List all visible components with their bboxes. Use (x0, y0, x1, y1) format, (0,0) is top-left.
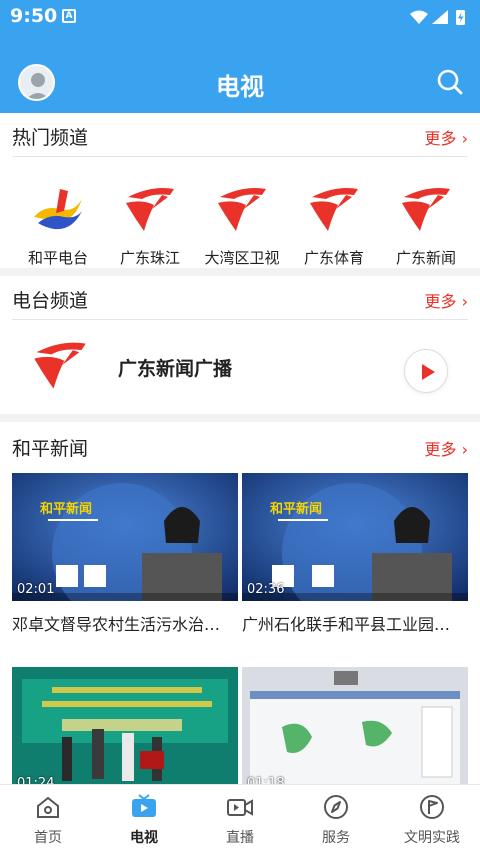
meeting-screen-thumbnail-icon (242, 667, 468, 784)
section-divider (0, 268, 480, 276)
svg-text:和平新闻: 和平新闻 (270, 501, 322, 517)
heping-logo-icon (34, 189, 82, 230)
chevron-right-icon: › (461, 440, 468, 459)
gdtv-logo-icon (402, 188, 450, 231)
video-thumbnail: 和平新闻 02:01 (12, 473, 238, 601)
section-divider (0, 414, 480, 422)
notification-icon: A (62, 9, 76, 23)
tab-service[interactable]: 服务 (288, 785, 384, 853)
section-title: 电台频道 (12, 290, 89, 312)
gdtv-logo-icon (310, 188, 358, 231)
more-link[interactable]: 更多 › (424, 125, 468, 149)
video-duration: 02:36 (247, 582, 285, 597)
tab-home[interactable]: 首页 (0, 785, 96, 853)
chevron-right-icon: › (461, 129, 468, 148)
more-link[interactable]: 更多 › (424, 436, 468, 460)
video-duration: 02:01 (17, 582, 55, 597)
tv-icon (132, 794, 156, 817)
app-header: 9:50 A 电视 (0, 0, 480, 113)
play-icon (422, 364, 435, 380)
video-card[interactable]: 和平新闻 02:01 邓卓文督导农村生活污水治… (12, 473, 238, 641)
video-thumbnail: 01:24 (12, 667, 238, 784)
compass-icon (324, 795, 348, 819)
channel-item[interactable]: 广东新闻 (378, 175, 474, 267)
more-link[interactable]: 更多 › (424, 288, 468, 312)
video-title: 邓卓文督导农村生活污水治… (12, 615, 221, 634)
news-header: 和平新闻 更多 › (12, 424, 468, 468)
bottom-tab-bar: 首页 电视 直播 服务 文明实践 (0, 784, 480, 853)
video-card[interactable]: 01:24 (12, 667, 238, 784)
hot-channel-list: 和平电台 广东珠江 大湾区卫视 广东体育 广东新闻 (0, 165, 480, 267)
video-duration: 01:18 (247, 776, 285, 784)
tab-label: 直播 (226, 830, 254, 846)
channel-name: 广东珠江 (119, 249, 180, 267)
video-thumbnail: 01:18 (242, 667, 468, 784)
gdtv-logo-icon (126, 188, 174, 231)
radio-name: 广东新闻广播 (118, 358, 233, 380)
svg-text:和平新闻: 和平新闻 (40, 501, 92, 517)
section-title: 和平新闻 (12, 438, 89, 460)
radio-item[interactable]: 广东新闻广播 (0, 322, 480, 412)
chevron-right-icon: › (461, 292, 468, 311)
play-button[interactable] (404, 349, 448, 393)
live-video-icon (227, 799, 253, 816)
channel-name: 广东体育 (303, 249, 364, 267)
page-title: 电视 (216, 73, 264, 101)
gdtv-logo-icon (34, 342, 86, 389)
video-card[interactable]: 01:18 (242, 667, 468, 784)
channel-item[interactable]: 和平电台 (10, 175, 106, 267)
radio-channels-header: 电台频道 更多 › (12, 276, 468, 320)
hot-channels-header: 热门频道 更多 › (12, 113, 468, 157)
channel-item[interactable]: 广东珠江 (102, 175, 198, 267)
home-icon (37, 796, 59, 818)
status-bar: 9:50 A (0, 0, 480, 34)
gdtv-logo-icon (218, 188, 266, 231)
channel-item[interactable]: 广东体育 (286, 175, 382, 267)
ceremony-thumbnail-icon (12, 667, 238, 784)
tab-live[interactable]: 直播 (192, 785, 288, 853)
flag-icon (420, 795, 444, 819)
tab-civilization[interactable]: 文明实践 (384, 785, 480, 853)
tab-label: 电视 (130, 830, 158, 846)
video-thumbnail: 和平新闻 02:36 (242, 473, 468, 601)
tab-label: 服务 (322, 830, 350, 846)
signal-battery-icon (410, 10, 465, 25)
channel-item[interactable]: 大湾区卫视 (194, 175, 290, 267)
tab-tv[interactable]: 电视 (96, 785, 192, 853)
tab-label: 首页 (34, 830, 62, 846)
section-title: 热门频道 (12, 127, 89, 149)
video-title: 广州石化联手和平县工业园… (242, 615, 451, 634)
video-card[interactable]: 和平新闻 02:36 广州石化联手和平县工业园… (242, 473, 468, 641)
channel-name: 和平电台 (27, 249, 88, 267)
channel-name: 大湾区卫视 (204, 249, 280, 267)
tab-label: 文明实践 (404, 830, 460, 846)
channel-name: 广东新闻 (395, 249, 456, 267)
search-icon[interactable] (436, 68, 464, 96)
video-duration: 01:24 (17, 776, 55, 784)
status-time: 9:50 (10, 5, 58, 27)
